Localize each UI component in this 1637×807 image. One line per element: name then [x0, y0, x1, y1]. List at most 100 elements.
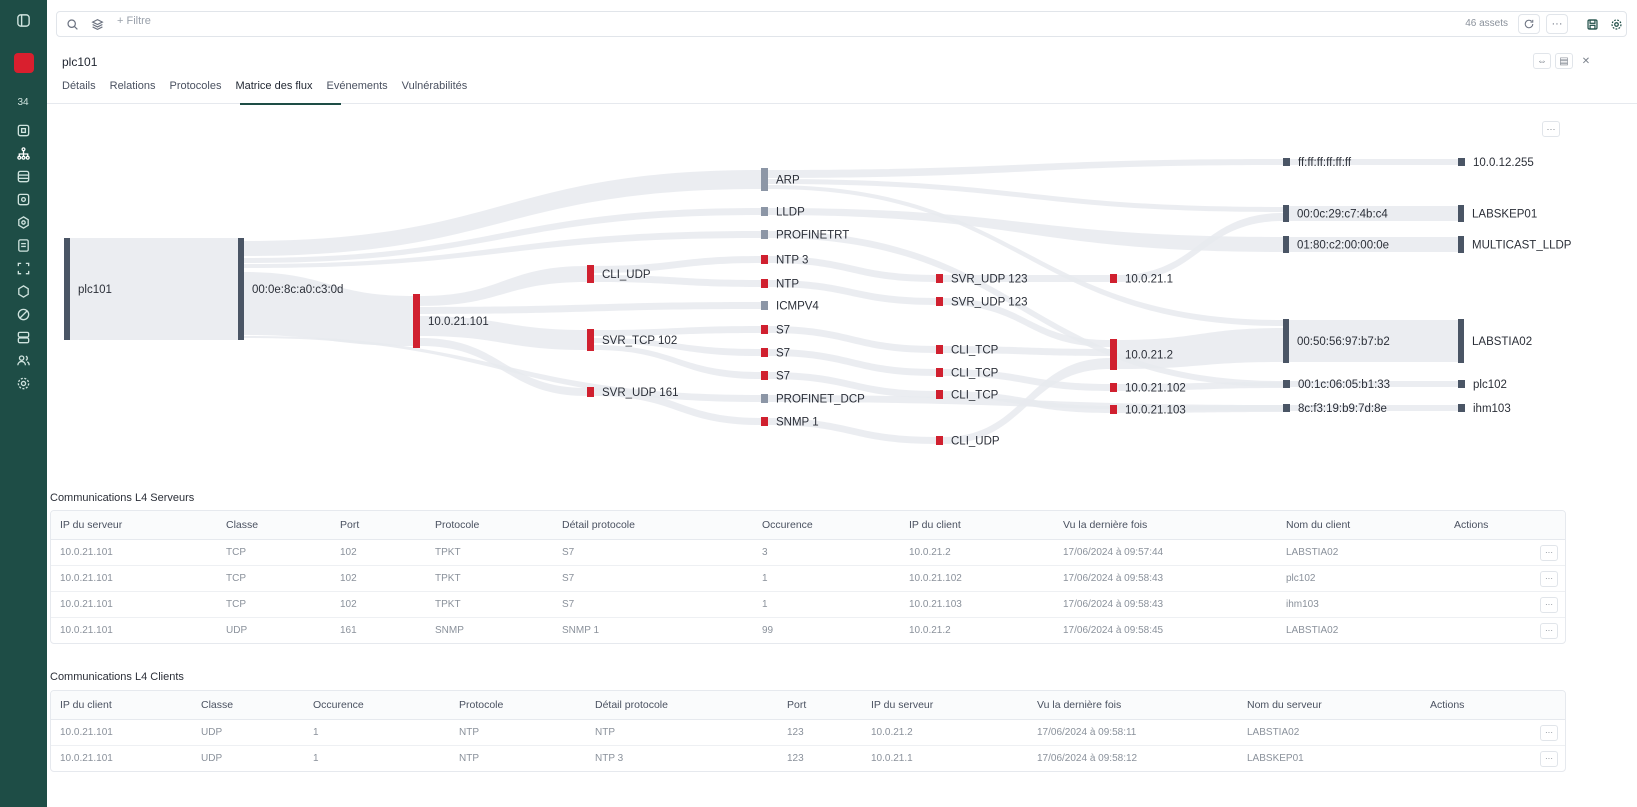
server-column-header[interactable]: Protocole [426, 511, 553, 540]
sankey-node[interactable] [1110, 383, 1117, 392]
sankey-node[interactable] [64, 238, 70, 340]
sankey-node[interactable] [936, 345, 943, 354]
sankey-node[interactable] [1110, 339, 1117, 370]
flow-link[interactable] [768, 179, 1283, 212]
sankey-node[interactable] [1283, 236, 1289, 253]
more-options-icon[interactable]: ··· [1546, 14, 1568, 34]
sankey-node[interactable] [1458, 158, 1465, 166]
tab-vulnerabilities[interactable]: Vulnérabilités [402, 80, 468, 92]
sankey-node[interactable] [587, 387, 594, 397]
flow-link[interactable] [1117, 328, 1283, 369]
sankey-node[interactable] [936, 274, 943, 283]
sankey-node[interactable] [1458, 319, 1464, 363]
sankey-node[interactable] [761, 394, 768, 403]
sankey-node[interactable] [587, 329, 594, 351]
client-column-header[interactable]: Actions [1421, 691, 1565, 720]
client-column-header[interactable]: Vu la dernière fois [1028, 691, 1238, 720]
server-column-header[interactable]: Port [331, 511, 426, 540]
tab-relations[interactable]: Relations [110, 80, 156, 92]
expand-icon[interactable]: ⇔ [1533, 53, 1551, 69]
shield-icon[interactable] [13, 281, 33, 301]
client-column-header[interactable]: Occurence [304, 691, 450, 720]
sankey-node[interactable] [1458, 404, 1465, 412]
users-icon[interactable] [13, 350, 33, 370]
server-column-header[interactable]: Nom du client [1277, 511, 1445, 540]
sankey-node[interactable] [761, 279, 768, 288]
row-more-button[interactable]: ··· [1540, 596, 1558, 613]
sankey-node[interactable] [761, 301, 768, 310]
sankey-node[interactable] [936, 436, 943, 445]
dashboard-icon[interactable] [13, 120, 33, 140]
server-column-header[interactable]: Occurence [753, 511, 900, 540]
sankey-node[interactable] [936, 297, 943, 306]
flow-link[interactable] [420, 266, 587, 306]
sankey-node[interactable] [1283, 404, 1290, 412]
sankey-node[interactable] [1283, 205, 1289, 222]
close-icon[interactable]: ✕ [1577, 53, 1595, 69]
sankey-node[interactable] [761, 325, 768, 334]
scan-icon[interactable] [13, 258, 33, 278]
client-column-header[interactable]: IP du serveur [862, 691, 1028, 720]
sidebar-toggle-icon[interactable] [13, 10, 33, 30]
sankey-node[interactable] [761, 348, 768, 357]
settings-icon[interactable] [13, 373, 33, 393]
sankey-node[interactable] [1110, 274, 1117, 283]
refresh-icon[interactable] [1518, 14, 1540, 34]
puzzle-icon[interactable] [13, 212, 33, 232]
sankey-node[interactable] [1283, 319, 1289, 363]
sankey-node[interactable] [761, 255, 768, 264]
alert-icon[interactable] [14, 53, 34, 73]
flow-link[interactable] [768, 349, 936, 376]
report-icon[interactable] [13, 235, 33, 255]
sankey-node[interactable] [587, 265, 594, 283]
flow-link[interactable] [768, 326, 936, 353]
sankey-node[interactable] [761, 371, 768, 380]
server-table-row[interactable]: 10.0.21.101 TCP 102 TPKT S7 1 10.0.21.102 17/06… [51, 565, 1565, 592]
sankey-node[interactable] [761, 168, 768, 191]
client-column-header[interactable]: Détail protocole [586, 691, 778, 720]
tab-flow-matrix[interactable]: Matrice des flux [235, 80, 312, 92]
server-column-header[interactable]: Vu la dernière fois [1054, 511, 1277, 540]
add-filter-button[interactable]: + Filtre [117, 15, 151, 27]
sankey-node[interactable] [761, 230, 768, 239]
client-table-row[interactable]: 10.0.21.101 UDP 1 NTP NTP 3 123 10.0.21.1 17/06… [51, 746, 1565, 772]
server-column-header[interactable]: IP du serveur [51, 511, 217, 540]
sankey-node[interactable] [238, 238, 244, 340]
row-more-button[interactable]: ··· [1540, 544, 1558, 561]
server-column-header[interactable]: Classe [217, 511, 331, 540]
dock-icon[interactable]: ▤ [1555, 53, 1573, 69]
tab-protocols[interactable]: Protocoles [169, 80, 221, 92]
row-more-button[interactable]: ··· [1540, 750, 1558, 767]
client-column-header[interactable]: Port [778, 691, 862, 720]
client-table-row[interactable]: 10.0.21.101 UDP 1 NTP NTP 123 10.0.21.2 17/06/2… [51, 719, 1565, 746]
server-column-header[interactable]: Actions [1445, 511, 1565, 540]
sankey-node[interactable] [1110, 405, 1117, 414]
server-table-row[interactable]: 10.0.21.101 UDP 161 SNMP SNMP 1 99 10.0.21.2 17… [51, 618, 1565, 644]
client-column-header[interactable]: IP du client [51, 691, 192, 720]
sankey-node[interactable] [1458, 380, 1465, 388]
database-icon[interactable] [13, 166, 33, 186]
search-icon[interactable] [62, 15, 82, 33]
flow-link[interactable] [768, 159, 1283, 178]
tab-details[interactable]: Détails [62, 80, 96, 92]
sankey-node[interactable] [413, 294, 420, 348]
save-icon[interactable] [1582, 15, 1602, 33]
sankey-node[interactable] [1283, 158, 1290, 166]
server-icon[interactable] [13, 327, 33, 347]
settings-gear-icon[interactable] [1606, 15, 1626, 33]
sankey-node[interactable] [761, 207, 768, 216]
tab-events[interactable]: Evénements [327, 80, 388, 92]
client-column-header[interactable]: Nom du serveur [1238, 691, 1421, 720]
layers-icon[interactable] [87, 15, 107, 33]
row-more-button[interactable]: ··· [1540, 724, 1558, 741]
sankey-node[interactable] [1283, 380, 1290, 388]
server-table-row[interactable]: 10.0.21.101 TCP 102 TPKT S7 3 10.0.21.2 17/06/2… [51, 539, 1565, 566]
client-column-header[interactable]: Classe [192, 691, 304, 720]
sankey-node[interactable] [761, 417, 768, 426]
sankey-node[interactable] [1458, 205, 1464, 222]
row-more-button[interactable]: ··· [1540, 570, 1558, 587]
server-column-header[interactable]: IP du client [900, 511, 1054, 540]
server-table-row[interactable]: 10.0.21.101 TCP 102 TPKT S7 1 10.0.21.103 17/06… [51, 591, 1565, 618]
flow-link[interactable] [420, 302, 761, 314]
sankey-node[interactable] [936, 390, 943, 399]
